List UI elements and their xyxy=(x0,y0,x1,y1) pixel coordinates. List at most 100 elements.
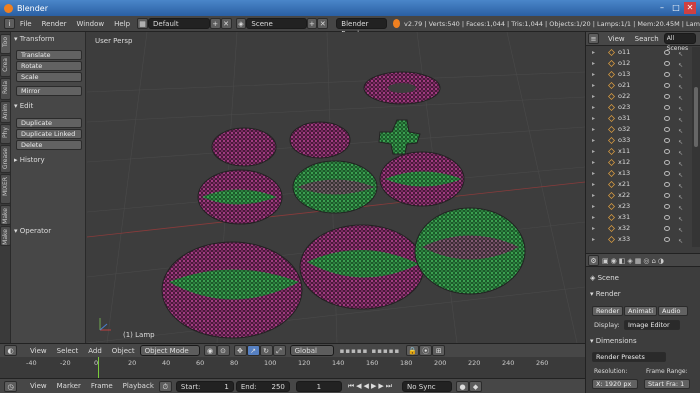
expand-icon[interactable]: ▸ xyxy=(592,135,595,146)
eye-icon[interactable] xyxy=(664,105,670,110)
start-frame-field[interactable]: Start Fra: 1 xyxy=(644,379,690,389)
snap-icon[interactable]: ⦿ xyxy=(419,345,433,356)
menu-help[interactable]: Help xyxy=(109,20,135,28)
mirror-button[interactable]: Mirror xyxy=(16,86,82,96)
outliner-item-x11[interactable]: ▸ x11 ↖ xyxy=(586,146,692,157)
expand-icon[interactable]: ▸ xyxy=(592,69,595,80)
outliner-item-o22[interactable]: ▸ o22 ↖ xyxy=(586,91,692,102)
rotate-button[interactable]: Rotate xyxy=(16,61,82,71)
expand-icon[interactable]: ▸ xyxy=(592,190,595,201)
outliner-item-o11[interactable]: ▸ o11 ↖ xyxy=(586,47,692,58)
outliner-item-x31[interactable]: ▸ x31 ↖ xyxy=(586,212,692,223)
expand-icon[interactable]: ▸ xyxy=(592,201,595,212)
outliner-scenes-select[interactable]: All Scenes xyxy=(663,33,696,52)
outliner-item-x12[interactable]: ▸ x12 ↖ xyxy=(586,157,692,168)
viewport-canvas[interactable] xyxy=(87,32,585,343)
outliner-item-o23[interactable]: ▸ o23 ↖ xyxy=(586,102,692,113)
expand-icon[interactable]: ▸ xyxy=(592,47,595,58)
expand-icon[interactable]: ▸ xyxy=(592,102,595,113)
transform-panel-header[interactable]: ▾ Transform xyxy=(12,33,86,45)
expand-icon[interactable]: ▸ xyxy=(592,168,595,179)
outliner-editor-icon[interactable]: ≡ xyxy=(588,33,599,44)
outliner-item-o13[interactable]: ▸ o13 ↖ xyxy=(586,69,692,80)
menu-frame[interactable]: Frame xyxy=(86,382,118,390)
select-arrow-icon[interactable]: ↖ xyxy=(678,236,683,247)
layer-buttons[interactable]: ▪▪▪▪▪ ▪▪▪▪▪ xyxy=(340,347,401,355)
menu-marker[interactable]: Marker xyxy=(52,382,86,390)
eye-icon[interactable] xyxy=(664,182,670,187)
start-frame-input[interactable]: Start: 1 xyxy=(175,380,234,392)
current-frame-marker[interactable] xyxy=(98,357,99,378)
playback-controls[interactable]: ⏮◀◀▶▶⏭ xyxy=(348,382,394,391)
eye-icon[interactable] xyxy=(664,171,670,176)
tab-grease-pencil[interactable]: Grease xyxy=(0,145,11,173)
outliner-item-o32[interactable]: ▸ o32 ↖ xyxy=(586,124,692,135)
menu-timeline-view[interactable]: View xyxy=(25,382,52,390)
operator-panel-header[interactable]: ▾ Operator xyxy=(12,225,86,237)
mode-select[interactable]: Object Mode xyxy=(139,345,200,356)
outliner-item-x13[interactable]: ▸ x13 ↖ xyxy=(586,168,692,179)
translate-button[interactable]: Translate xyxy=(16,50,82,60)
eye-icon[interactable] xyxy=(664,116,670,121)
menu-playback[interactable]: Playback xyxy=(118,382,159,390)
remove-layout-icon[interactable]: ✕ xyxy=(220,18,232,29)
duplicate-button[interactable]: Duplicate xyxy=(16,118,82,128)
maximize-icon[interactable]: □ xyxy=(670,2,682,14)
expand-icon[interactable]: ▸ xyxy=(592,113,595,124)
tab-make-2[interactable]: Make xyxy=(0,226,11,246)
lock-icon[interactable]: 🔒 xyxy=(406,345,420,356)
properties-editor-icon[interactable]: ⚙ xyxy=(588,255,599,266)
scale-button[interactable]: Scale xyxy=(16,72,82,82)
expand-icon[interactable]: ▸ xyxy=(592,58,595,69)
keyframe-icon[interactable]: ◆ xyxy=(469,380,483,392)
outliner-scrollbar[interactable] xyxy=(692,47,700,247)
eye-icon[interactable] xyxy=(664,72,670,77)
render-engine-select[interactable]: Blender Render xyxy=(336,18,387,38)
pivot-icon[interactable]: ⊙ xyxy=(216,345,230,356)
display-select[interactable]: Image Editor xyxy=(624,320,680,330)
outliner-item-x33[interactable]: ▸ x33 ↖ xyxy=(586,234,692,245)
eye-icon[interactable] xyxy=(664,127,670,132)
layout-grid-icon[interactable]: ▦ xyxy=(137,18,148,29)
expand-icon[interactable]: ▸ xyxy=(592,157,595,168)
expand-icon[interactable]: ▸ xyxy=(592,80,595,91)
rotate-icon[interactable]: ↻ xyxy=(259,345,273,356)
layout-select[interactable]: Default xyxy=(148,18,210,29)
eye-icon[interactable] xyxy=(664,215,670,220)
menu-object[interactable]: Object xyxy=(107,347,140,355)
resolution-x-field[interactable]: X: 1920 px xyxy=(592,379,638,389)
outliner-item-o21[interactable]: ▸ o21 ↖ xyxy=(586,80,692,91)
render-button[interactable]: Render xyxy=(592,306,623,316)
tab-physics[interactable]: Phy xyxy=(0,124,11,144)
tab-create[interactable]: Crea xyxy=(0,55,11,77)
scale-icon[interactable]: ⤢ xyxy=(272,345,286,356)
remove-scene-icon[interactable]: ✕ xyxy=(317,18,329,29)
eye-icon[interactable] xyxy=(664,138,670,143)
outliner-item-o31[interactable]: ▸ o31 ↖ xyxy=(586,113,692,124)
current-frame-input[interactable]: 1 xyxy=(295,380,342,392)
tab-make-1[interactable]: Make xyxy=(0,205,11,225)
properties-tab-icons[interactable]: ▣◉◧◈▦◎⌂◑ xyxy=(602,257,666,265)
duplicate-linked-button[interactable]: Duplicate Linked xyxy=(16,129,82,139)
tab-tools[interactable]: Too xyxy=(0,34,11,54)
manipulator-icon[interactable]: ✥ xyxy=(233,345,247,356)
edit-panel-header[interactable]: ▾ Edit xyxy=(12,100,86,112)
timeline[interactable]: -40 -20 0 20 40 60 80 100 120 140 160 180 200 220 240 2… xyxy=(0,357,585,378)
audio-button[interactable]: Audio xyxy=(658,306,688,316)
expand-icon[interactable]: ▸ xyxy=(592,146,595,157)
eye-icon[interactable] xyxy=(664,83,670,88)
tab-animation[interactable]: Anim xyxy=(0,101,11,123)
animation-button[interactable]: Animati xyxy=(624,306,657,316)
expand-icon[interactable]: ▸ xyxy=(592,91,595,102)
eye-icon[interactable] xyxy=(664,160,670,165)
outliner-view-menu[interactable]: View xyxy=(603,35,630,43)
3d-editor-icon[interactable]: ◐ xyxy=(4,345,17,356)
expand-icon[interactable]: ▸ xyxy=(592,179,595,190)
shading-icon[interactable]: ◉ xyxy=(203,345,217,356)
eye-icon[interactable] xyxy=(664,149,670,154)
outliner-search-menu[interactable]: Search xyxy=(630,35,664,43)
tab-relations[interactable]: Rela xyxy=(0,78,11,100)
eye-icon[interactable] xyxy=(664,204,670,209)
expand-icon[interactable]: ▸ xyxy=(592,223,595,234)
scene-icon[interactable]: ◈ xyxy=(235,18,247,29)
